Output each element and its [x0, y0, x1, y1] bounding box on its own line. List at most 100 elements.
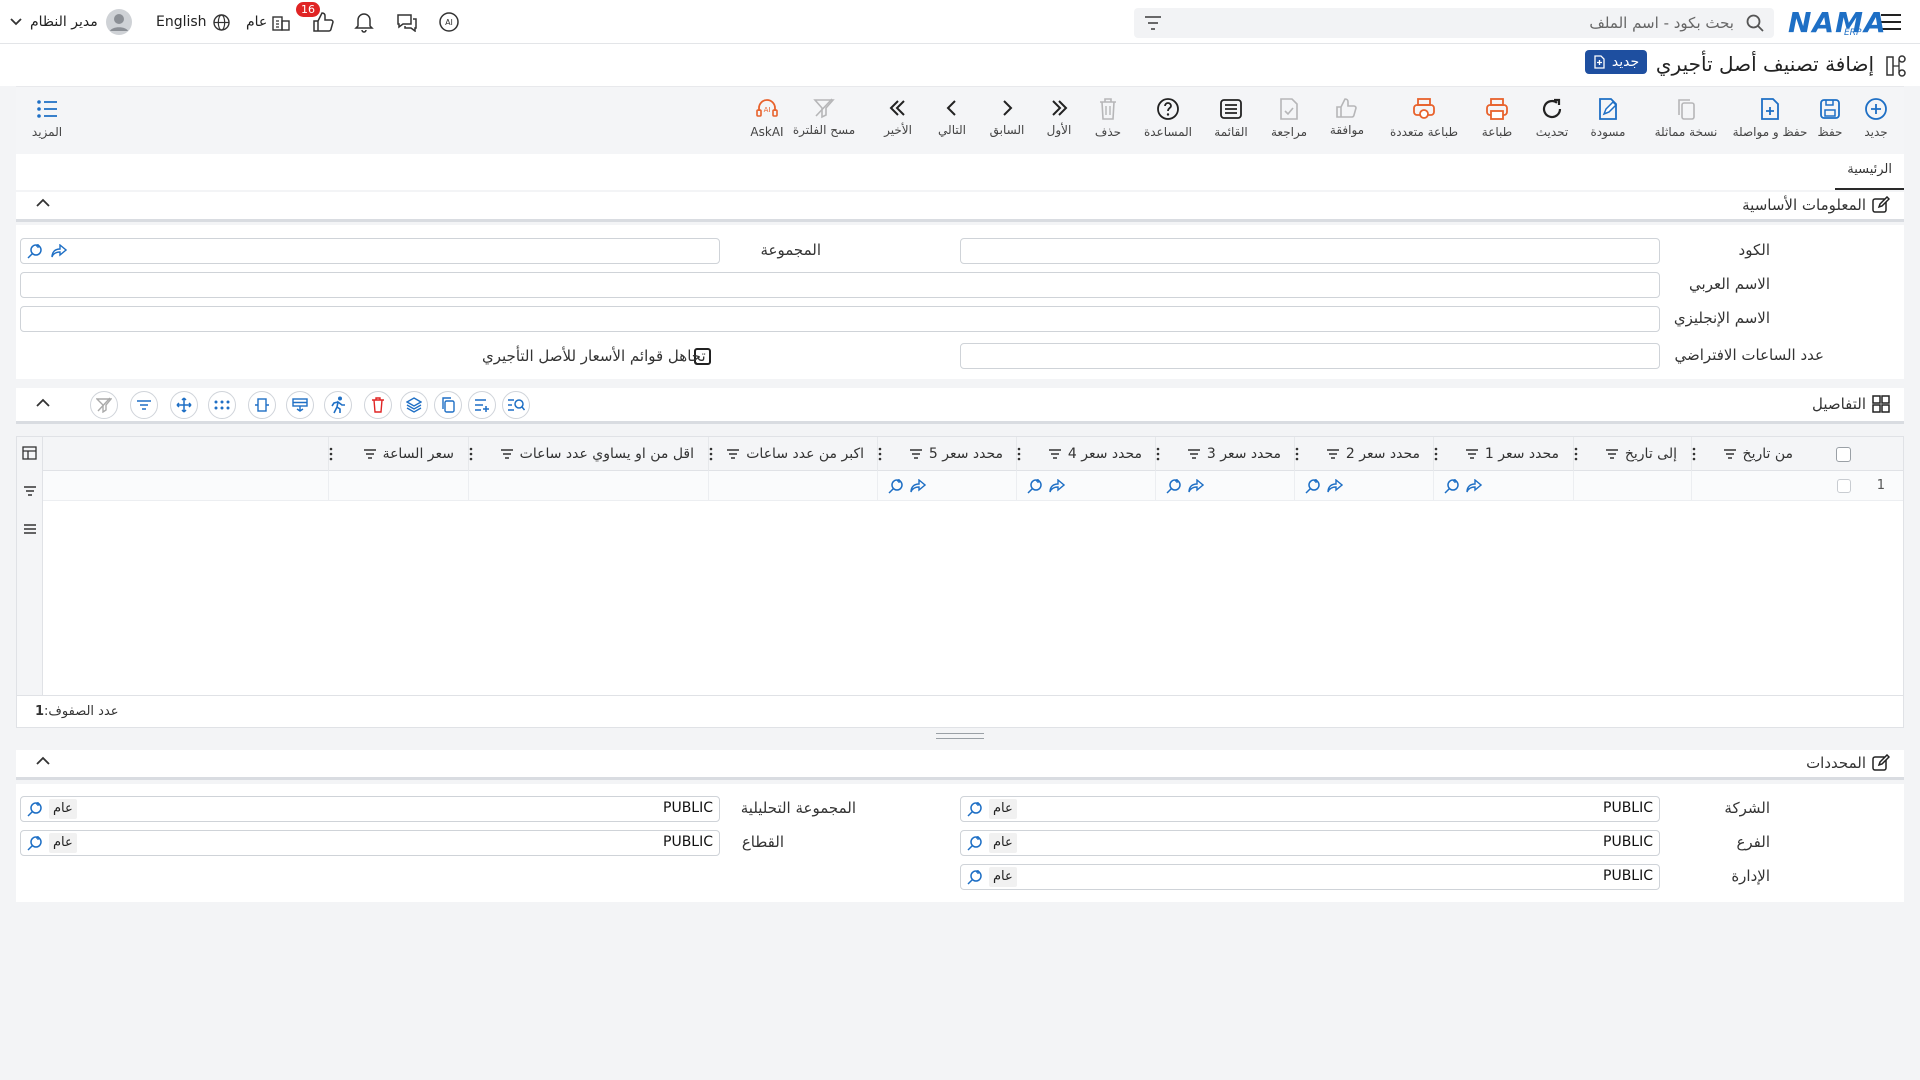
- column-menu-icon[interactable]: [878, 447, 882, 461]
- column-header[interactable]: محدد سعر 5: [877, 437, 1017, 471]
- branch-input[interactable]: عام PUBLIC: [960, 830, 1660, 856]
- multi-print-button[interactable]: طباعة متعددة: [1387, 87, 1461, 143]
- grid-export-button[interactable]: [286, 391, 314, 419]
- table-cell[interactable]: [1433, 471, 1573, 501]
- likes-button[interactable]: 16: [296, 0, 342, 44]
- column-filter-icon[interactable]: [1465, 448, 1479, 460]
- notifications-button[interactable]: [354, 0, 380, 44]
- column-header[interactable]: محدد سعر 2: [1294, 437, 1434, 471]
- draft-button[interactable]: مسودة: [1577, 87, 1639, 143]
- column-menu-icon[interactable]: [1692, 447, 1696, 461]
- group-input[interactable]: [20, 238, 720, 264]
- grid-dots-button[interactable]: [208, 391, 236, 419]
- column-menu-icon[interactable]: [1156, 447, 1160, 461]
- list-button[interactable]: القائمة: [1200, 87, 1262, 143]
- column-filter-icon[interactable]: [1723, 448, 1737, 460]
- share-arrow-icon[interactable]: [1466, 479, 1482, 493]
- search-plus-icon[interactable]: [1444, 478, 1460, 494]
- share-arrow-icon[interactable]: [910, 479, 926, 493]
- grid-fit-button[interactable]: [248, 391, 276, 419]
- column-filter-icon[interactable]: [1605, 448, 1619, 460]
- table-cell[interactable]: [1155, 471, 1295, 501]
- select-all-checkbox[interactable]: [1836, 447, 1851, 462]
- grid-add-row-button[interactable]: [468, 391, 496, 419]
- ai-assistant-button[interactable]: AI: [438, 0, 464, 44]
- next-record-button[interactable]: التالي: [921, 87, 983, 143]
- search-plus-icon[interactable]: [1166, 478, 1182, 494]
- column-header[interactable]: محدد سعر 1: [1433, 437, 1573, 471]
- chevron-up-icon[interactable]: [36, 198, 50, 208]
- table-cell[interactable]: [1691, 471, 1807, 501]
- column-filter-icon[interactable]: [726, 448, 740, 460]
- search-plus-icon[interactable]: [967, 835, 983, 851]
- help-button[interactable]: المساعدة: [1137, 87, 1199, 143]
- code-input[interactable]: [960, 238, 1660, 264]
- table-cell[interactable]: [468, 471, 708, 501]
- search-input[interactable]: [1174, 12, 1734, 34]
- search-plus-icon[interactable]: [967, 801, 983, 817]
- company-input[interactable]: عام PUBLIC: [960, 796, 1660, 822]
- search-icon[interactable]: [1746, 14, 1764, 32]
- grid-layers-button[interactable]: [400, 391, 428, 419]
- column-header[interactable]: من تاريخ: [1691, 437, 1807, 471]
- table-settings-icon[interactable]: [22, 446, 37, 460]
- column-menu-icon[interactable]: [1434, 447, 1438, 461]
- review-button[interactable]: مراجعة: [1258, 87, 1320, 143]
- share-arrow-icon[interactable]: [1327, 479, 1343, 493]
- grid-clear-filter-button[interactable]: [90, 391, 118, 419]
- dims-header[interactable]: المحددات: [16, 750, 1904, 780]
- column-menu-icon[interactable]: [1017, 447, 1021, 461]
- default-hours-input[interactable]: [960, 343, 1660, 369]
- table-cell[interactable]: [328, 471, 468, 501]
- approve-button[interactable]: موافقة: [1316, 87, 1378, 143]
- column-header[interactable]: سعر الساعة: [328, 437, 468, 471]
- column-menu-icon[interactable]: [469, 447, 473, 461]
- chevron-up-icon[interactable]: [36, 756, 50, 766]
- search-plus-icon[interactable]: [27, 801, 43, 817]
- column-filter-icon[interactable]: [500, 448, 514, 460]
- share-arrow-icon[interactable]: [1049, 479, 1065, 493]
- tab-main[interactable]: الرئيسية: [1835, 162, 1904, 190]
- askai-button[interactable]: AI AskAI: [736, 87, 798, 143]
- copy-button[interactable]: نسخة مماثلة: [1650, 87, 1722, 143]
- basic-info-header[interactable]: المعلومات الأساسية: [16, 192, 1904, 222]
- row-checkbox[interactable]: [1837, 479, 1851, 493]
- column-menu-icon[interactable]: [329, 447, 333, 461]
- details-header[interactable]: التفاصيل: [16, 388, 1904, 424]
- grid-run-button[interactable]: [324, 391, 352, 419]
- filter-icon[interactable]: [23, 485, 37, 497]
- search-plus-icon[interactable]: [27, 243, 43, 259]
- english-name-input[interactable]: [20, 306, 1660, 332]
- print-button[interactable]: طباعة: [1466, 87, 1528, 143]
- department-input[interactable]: عام PUBLIC: [960, 864, 1660, 890]
- grid-copy-button[interactable]: [434, 391, 462, 419]
- column-menu-icon[interactable]: [709, 447, 713, 461]
- grid-delete-button[interactable]: [364, 391, 392, 419]
- grid-search-button[interactable]: [502, 391, 530, 419]
- column-filter-icon[interactable]: [909, 448, 923, 460]
- clear-filter-button[interactable]: مسح الفلترة: [788, 87, 860, 143]
- share-arrow-icon[interactable]: [1188, 479, 1204, 493]
- search-plus-icon[interactable]: [1027, 478, 1043, 494]
- column-menu-icon[interactable]: [1574, 447, 1578, 461]
- analytic-group-input[interactable]: عام PUBLIC: [20, 796, 720, 822]
- column-header[interactable]: محدد سعر 3: [1155, 437, 1295, 471]
- column-header[interactable]: إلى تاريخ: [1573, 437, 1691, 471]
- table-cell[interactable]: [1294, 471, 1434, 501]
- table-cell[interactable]: [708, 471, 878, 501]
- form-tree-icon[interactable]: [1884, 54, 1908, 78]
- last-record-button[interactable]: الأخير: [867, 87, 929, 143]
- column-filter-icon[interactable]: [1048, 448, 1062, 460]
- table-cell[interactable]: [1573, 471, 1691, 501]
- menu-lines-icon[interactable]: [23, 523, 37, 535]
- language-switch[interactable]: English: [156, 0, 230, 44]
- column-filter-icon[interactable]: [1187, 448, 1201, 460]
- resize-handle[interactable]: [936, 733, 984, 739]
- user-menu[interactable]: مدير النظام: [10, 0, 132, 44]
- column-header[interactable]: اكبر من عدد ساعات: [708, 437, 878, 471]
- search-plus-icon[interactable]: [27, 835, 43, 851]
- arabic-name-input[interactable]: [20, 272, 1660, 298]
- grid-move-button[interactable]: [170, 391, 198, 419]
- table-cell[interactable]: [1016, 471, 1156, 501]
- save-continue-button[interactable]: حفظ و مواصلة: [1728, 87, 1812, 143]
